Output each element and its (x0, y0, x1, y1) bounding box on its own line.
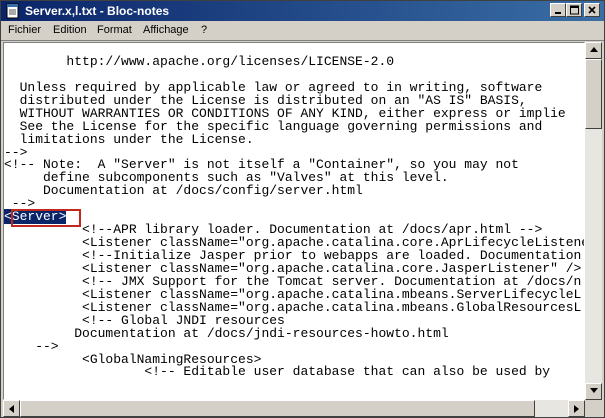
scroll-down-arrow-icon (586, 388, 601, 393)
scroll-right-button[interactable] (568, 400, 585, 417)
scroll-up-arrow-icon (586, 47, 601, 52)
text-editor[interactable]: http://www.apache.org/licenses/LICENSE-2… (3, 42, 585, 400)
maximize-button[interactable] (566, 3, 582, 17)
notepad-icon (5, 3, 21, 19)
scroll-left-button[interactable] (3, 400, 20, 417)
title-bar[interactable]: Server.x,l.txt - Bloc-notes (1, 1, 604, 21)
maximize-icon (567, 5, 581, 15)
text-line: <!-- Editable user database that can als… (4, 364, 551, 380)
menu-affichage[interactable]: Affichage (143, 24, 189, 36)
minimize-icon (551, 5, 565, 15)
text-line: Documentation at /docs/jndi-resources-ho… (4, 325, 449, 341)
window-title: Server.x,l.txt - Bloc-notes (25, 4, 170, 18)
vertical-scroll-thumb[interactable] (585, 59, 602, 129)
menu-fichier[interactable]: Fichier (8, 24, 41, 36)
close-icon (585, 5, 599, 15)
menu-help[interactable]: ? (201, 24, 207, 36)
text-line: Documentation at /docs/config/server.htm… (4, 183, 363, 199)
scroll-right-arrow-icon (569, 405, 584, 413)
menu-edition[interactable]: Edition (53, 24, 87, 36)
menu-format[interactable]: Format (97, 24, 132, 36)
minimize-button[interactable] (550, 3, 566, 17)
horizontal-scroll-thumb[interactable] (20, 400, 535, 417)
scroll-left-arrow-icon (4, 405, 19, 413)
menu-bar: Fichier Edition Format Affichage ? (1, 21, 604, 41)
annotation-highlight-box (11, 209, 81, 227)
text-line: --> (4, 196, 36, 212)
scroll-up-button[interactable] (585, 42, 602, 59)
notepad-window: Server.x,l.txt - Bloc-notes Fichier Edit… (0, 0, 605, 418)
size-grip[interactable] (585, 400, 602, 417)
vertical-scrollbar[interactable] (585, 42, 602, 400)
text-content[interactable]: http://www.apache.org/licenses/LICENSE-2… (4, 43, 584, 380)
horizontal-scrollbar[interactable] (3, 400, 585, 417)
scroll-down-button[interactable] (585, 383, 602, 400)
text-line: limitations under the License. (4, 131, 254, 147)
text-line: http://www.apache.org/licenses/LICENSE-2… (4, 53, 395, 69)
close-button[interactable] (584, 3, 600, 17)
